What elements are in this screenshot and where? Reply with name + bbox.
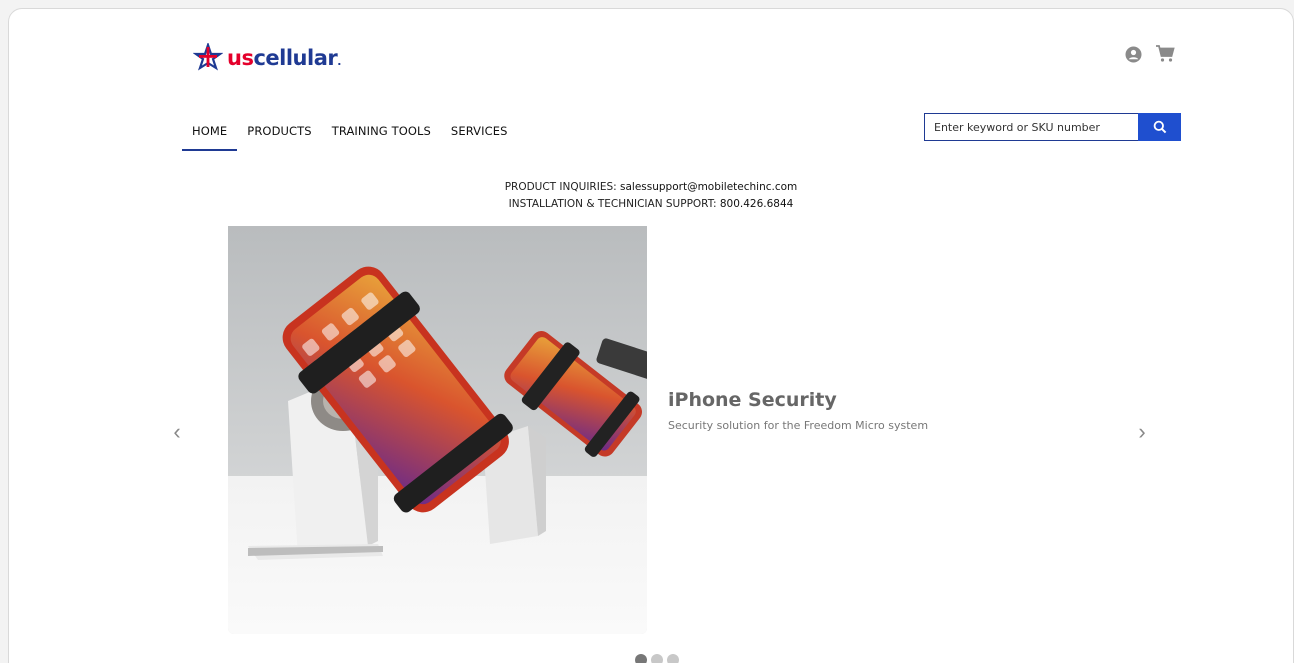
search-icon [1153,120,1166,134]
carousel-dot-2[interactable] [651,654,663,663]
search-input[interactable] [924,113,1138,141]
logo-us: us [227,46,254,70]
slide-image[interactable] [228,226,647,634]
search-bar [924,113,1181,141]
inquiries-label: PRODUCT INQUIRIES: [504,181,620,193]
logo-cellular: cellular [253,46,338,70]
support-phone[interactable]: 800.426.6844 [720,198,793,210]
nav-item-services[interactable]: SERVICES [441,117,518,151]
carousel-dot-3[interactable] [667,654,679,663]
carousel-dot-1[interactable] [635,654,647,663]
star-logo-icon [193,43,223,71]
nav-item-products[interactable]: PRODUCTS [237,117,321,151]
tech-support-line: INSTALLATION & TECHNICIAN SUPPORT: 800.4… [9,196,1293,213]
slide-title: iPhone Security [668,389,837,411]
contact-info: PRODUCT INQUIRIES: salessupport@mobilete… [9,179,1293,213]
account-icon[interactable] [1123,44,1143,64]
inquiries-email[interactable]: salessupport@mobiletechinc.com [620,181,797,193]
logo-wordmark: uscellular. [227,46,341,70]
slide-subtitle: Security solution for the Freedom Micro … [668,419,929,432]
page-frame: uscellular. HOME PRODUCTS TRAINING TOOLS… [8,8,1294,663]
cart-icon[interactable] [1155,44,1175,64]
carousel-next-button[interactable]: › [1132,419,1152,445]
product-inquiries-line: PRODUCT INQUIRIES: salessupport@mobilete… [9,179,1293,196]
search-button[interactable] [1138,113,1181,141]
nav-item-training-tools[interactable]: TRAINING TOOLS [322,117,441,151]
main-nav: HOME PRODUCTS TRAINING TOOLS SERVICES [182,117,518,151]
brand-logo[interactable]: uscellular. [193,41,341,75]
nav-item-home[interactable]: HOME [182,117,238,151]
carousel-dots [635,654,679,663]
logo-mark: . [337,55,341,68]
support-label: INSTALLATION & TECHNICIAN SUPPORT: [508,198,720,210]
header-icons [1123,44,1175,64]
carousel-prev-button[interactable]: ‹ [167,419,187,445]
